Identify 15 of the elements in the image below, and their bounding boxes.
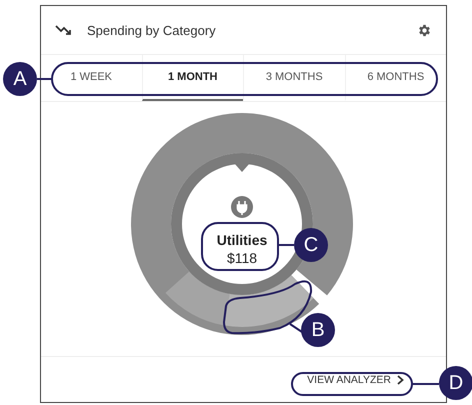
leader-line — [412, 383, 439, 385]
category-amount: $118 — [226, 250, 258, 266]
period-tab[interactable]: 1 MONTH — [142, 55, 243, 101]
leader-line — [289, 323, 303, 333]
category-name: Utilities — [216, 232, 268, 248]
leader-line — [278, 244, 294, 246]
card-title: Spending by Category — [87, 22, 217, 38]
trend-down-icon — [55, 24, 73, 36]
plug-icon — [231, 196, 253, 218]
callout-badge: D — [439, 366, 472, 400]
donut-slice[interactable] — [224, 275, 314, 327]
chevron-right-icon — [397, 374, 404, 384]
leader-line — [37, 78, 52, 80]
callout-badge: A — [3, 62, 37, 96]
settings-icon[interactable] — [417, 22, 432, 38]
